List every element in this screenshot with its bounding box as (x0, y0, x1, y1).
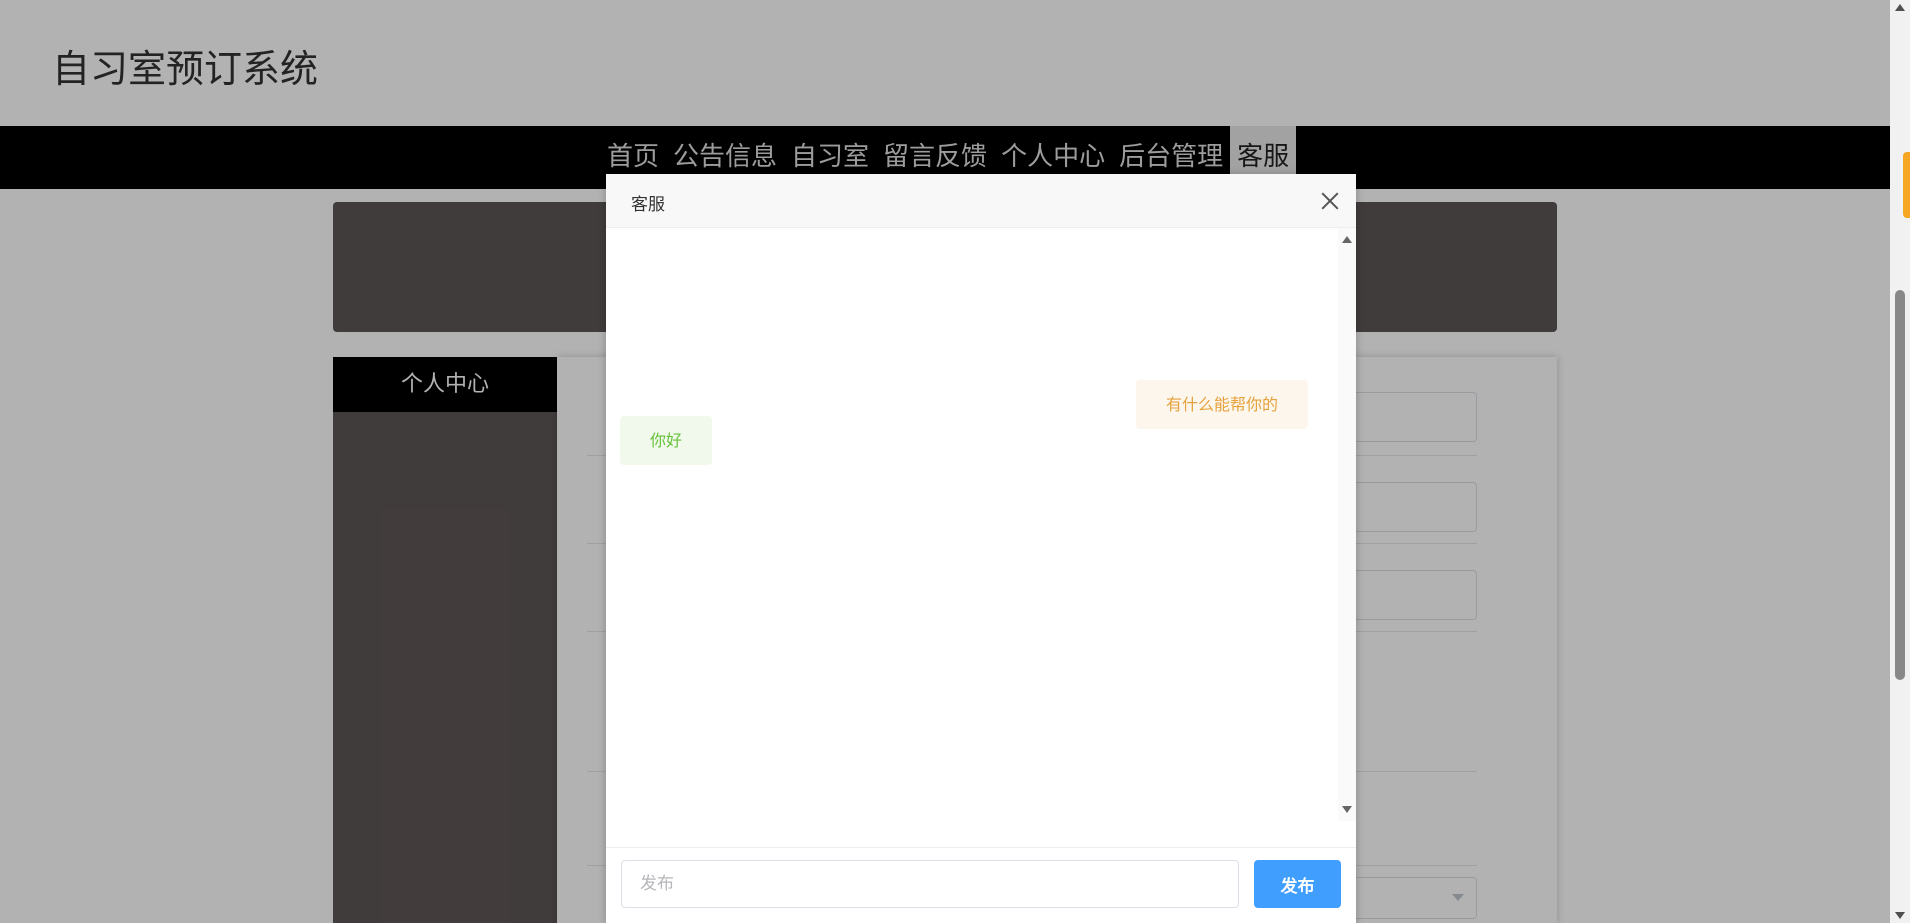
customer-service-dialog: 客服 有什么能帮你的 你好 发布 (606, 174, 1356, 923)
chat-input[interactable] (621, 860, 1239, 908)
scroll-down-icon[interactable] (1342, 806, 1352, 813)
page-scrollbar[interactable] (1890, 0, 1910, 923)
scroll-up-icon[interactable] (1895, 4, 1905, 11)
scroll-thumb[interactable] (1895, 290, 1905, 680)
chat-message-user: 你好 (620, 416, 713, 465)
scroll-down-icon[interactable] (1895, 912, 1905, 919)
dialog-title: 客服 (631, 195, 665, 215)
edge-marker (1903, 152, 1910, 218)
chat-footer: 发布 (606, 847, 1356, 923)
send-button[interactable]: 发布 (1254, 860, 1341, 908)
dialog-header: 客服 (606, 174, 1356, 228)
close-icon[interactable] (1320, 191, 1340, 211)
chat-message-list: 有什么能帮你的 你好 (606, 228, 1338, 821)
scroll-up-icon[interactable] (1342, 236, 1352, 243)
chat-message-agent: 有什么能帮你的 (1135, 380, 1308, 429)
chat-scrollbar[interactable] (1338, 228, 1356, 821)
